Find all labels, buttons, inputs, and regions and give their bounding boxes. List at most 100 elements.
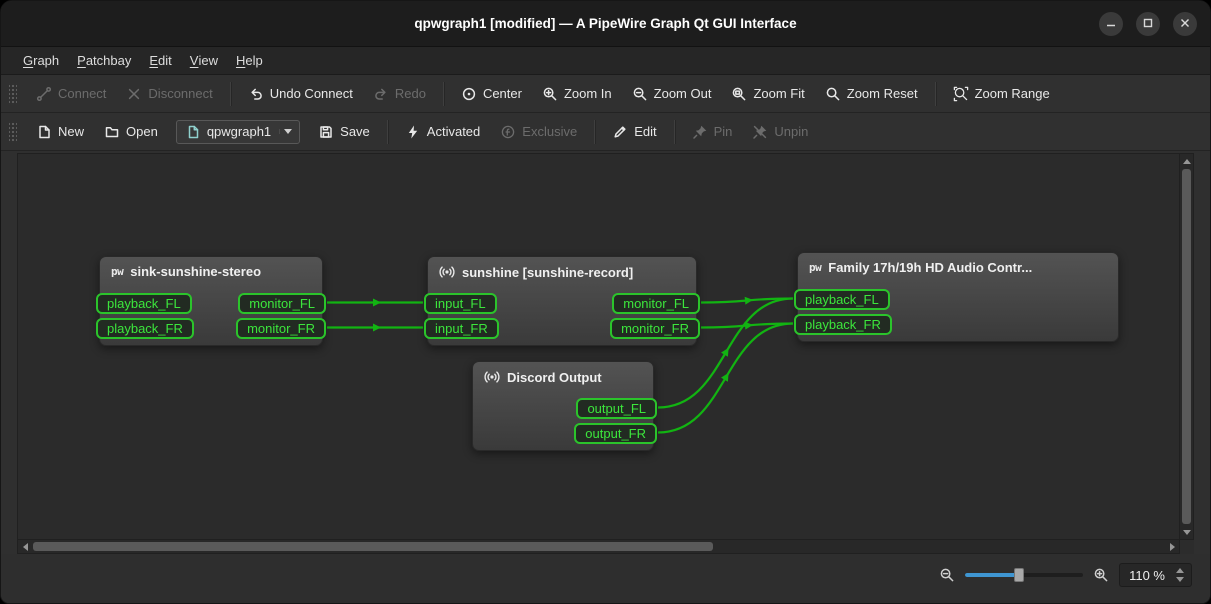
- combo-dropdown-arrow[interactable]: [279, 129, 296, 134]
- port-output_FR[interactable]: output_FR: [574, 423, 657, 444]
- scroll-right-arrow[interactable]: [1165, 540, 1179, 553]
- save-button[interactable]: Save: [309, 119, 379, 145]
- combo-value: qpwgraph1: [207, 124, 271, 139]
- port-monitor_FR[interactable]: monitor_FR: [236, 318, 326, 339]
- unpin-button[interactable]: Unpin: [743, 119, 817, 145]
- activated-toggle[interactable]: Activated: [396, 119, 489, 145]
- port-input_FL[interactable]: input_FL: [424, 293, 497, 314]
- menu-graph[interactable]: Graph: [14, 47, 68, 74]
- port-monitor_FL[interactable]: monitor_FL: [612, 293, 700, 314]
- zoom-slider-handle[interactable]: [1014, 568, 1024, 582]
- canvas-viewport[interactable]: pwsink-sunshine-stereoplayback_FLplaybac…: [17, 153, 1180, 540]
- node-discord[interactable]: Discord Output output_FL output_FR: [472, 361, 654, 451]
- exclusive-toggle[interactable]: Exclusive: [491, 119, 586, 145]
- vertical-scroll-thumb[interactable]: [1182, 169, 1191, 524]
- toolbar-drag-handle[interactable]: [9, 121, 17, 143]
- node-sink[interactable]: pwsink-sunshine-stereoplayback_FLplaybac…: [99, 256, 323, 346]
- new-button-label: New: [58, 124, 84, 139]
- scroll-up-arrow[interactable]: [1180, 154, 1193, 168]
- port-playback_FL[interactable]: playback_FL: [794, 289, 890, 310]
- center-button[interactable]: Center: [452, 81, 531, 107]
- zoom-in-button[interactable]: Zoom In: [533, 81, 621, 107]
- node-sunshine[interactable]: sunshine [sunshine-record] input_FL input_…: [427, 256, 697, 346]
- connect-icon: [36, 86, 52, 102]
- connect-button[interactable]: Connect: [27, 81, 115, 107]
- vertical-scrollbar[interactable]: [1180, 153, 1194, 540]
- node-family[interactable]: pwFamily 17h/19h HD Audio Contr...playba…: [797, 252, 1119, 342]
- zoom-out-button-label: Zoom Out: [654, 86, 712, 101]
- pipewire-icon: pw: [809, 261, 821, 274]
- zoom-in-icon[interactable]: [1093, 567, 1109, 583]
- menu-patchbay[interactable]: Patchbay: [68, 47, 140, 74]
- zoom-slider-groove: [965, 573, 1083, 577]
- scrollbar-corner: [1180, 540, 1194, 554]
- zoom-reset-button[interactable]: Zoom Reset: [816, 81, 927, 107]
- node-header: sunshine [sunshine-record]: [428, 257, 696, 280]
- patchbay-profile-combo[interactable]: qpwgraph1: [176, 120, 300, 144]
- zoom-spin-up[interactable]: [1176, 568, 1184, 573]
- menu-view[interactable]: View: [181, 47, 227, 74]
- menu-edit[interactable]: Edit: [140, 47, 180, 74]
- undo-connect-button[interactable]: Undo Connect: [239, 81, 362, 107]
- port-playback_FR[interactable]: playback_FR: [794, 314, 892, 335]
- open-button[interactable]: Open: [95, 119, 167, 145]
- zoom-controls: 110 %: [939, 563, 1192, 587]
- exclusive-icon: [500, 124, 516, 140]
- save-icon: [318, 124, 334, 140]
- toolbar-graph: ConnectDisconnectUndo ConnectRedoCenterZ…: [1, 75, 1210, 113]
- speaker-icon: [439, 264, 455, 280]
- edit-icon: [612, 124, 628, 140]
- menu-help[interactable]: Help: [227, 47, 272, 74]
- toolbar-separator: [935, 82, 936, 106]
- window-controls: [1099, 1, 1197, 46]
- connections-layer: [18, 154, 1179, 539]
- pin-button[interactable]: Pin: [683, 119, 742, 145]
- vertical-scroll-track[interactable]: [1180, 168, 1193, 525]
- zoom-range-button[interactable]: Zoom Range: [944, 81, 1059, 107]
- zoom-slider[interactable]: [965, 567, 1083, 583]
- new-button[interactable]: New: [27, 119, 93, 145]
- activated-toggle-label: Activated: [427, 124, 480, 139]
- zoom-out-button[interactable]: Zoom Out: [623, 81, 721, 107]
- speaker-icon: [484, 369, 500, 385]
- zoom-fit-button[interactable]: Zoom Fit: [722, 81, 813, 107]
- node-header: Discord Output: [473, 362, 653, 385]
- menubar: GraphPatchbayEditViewHelp: [1, 47, 1210, 75]
- app-window: qpwgraph1 [modified] — A PipeWire Graph …: [0, 0, 1211, 604]
- zoom-spinbox[interactable]: 110 %: [1119, 563, 1192, 587]
- pipewire-icon: pw: [111, 265, 123, 278]
- port-input_FR[interactable]: input_FR: [424, 318, 499, 339]
- port-monitor_FL[interactable]: monitor_FL: [238, 293, 326, 314]
- connect-button-label: Connect: [58, 86, 106, 101]
- port-playback_FR[interactable]: playback_FR: [96, 318, 194, 339]
- node-title: Discord Output: [507, 370, 602, 385]
- undo-connect-button-label: Undo Connect: [270, 86, 353, 101]
- close-button[interactable]: [1173, 12, 1197, 36]
- open-button-label: Open: [126, 124, 158, 139]
- horizontal-scrollbar[interactable]: [17, 540, 1180, 554]
- toolbar-separator: [594, 120, 595, 144]
- scroll-left-arrow[interactable]: [18, 540, 32, 553]
- zoom-out-icon[interactable]: [939, 567, 955, 583]
- titlebar[interactable]: qpwgraph1 [modified] — A PipeWire Graph …: [1, 1, 1210, 47]
- port-playback_FL[interactable]: playback_FL: [96, 293, 192, 314]
- edit-toggle[interactable]: Edit: [603, 119, 665, 145]
- horizontal-scroll-track[interactable]: [32, 540, 1165, 553]
- minimize-button[interactable]: [1099, 12, 1123, 36]
- edit-toggle-label: Edit: [634, 124, 656, 139]
- zoom-spin-down[interactable]: [1176, 577, 1184, 582]
- zoom-out-icon: [632, 86, 648, 102]
- horizontal-scroll-thumb[interactable]: [33, 542, 713, 551]
- redo-button-label: Redo: [395, 86, 426, 101]
- toolbar-drag-handle[interactable]: [9, 83, 17, 105]
- port-monitor_FR[interactable]: monitor_FR: [610, 318, 700, 339]
- new-file-icon: [36, 124, 52, 140]
- zoom-slider-fill: [965, 573, 1019, 577]
- maximize-button[interactable]: [1136, 12, 1160, 36]
- port-output_FL[interactable]: output_FL: [576, 398, 657, 419]
- scroll-down-arrow[interactable]: [1180, 525, 1193, 539]
- zoom-in-icon: [542, 86, 558, 102]
- redo-button[interactable]: Redo: [364, 81, 435, 107]
- exclusive-toggle-label: Exclusive: [522, 124, 577, 139]
- disconnect-button[interactable]: Disconnect: [117, 81, 221, 107]
